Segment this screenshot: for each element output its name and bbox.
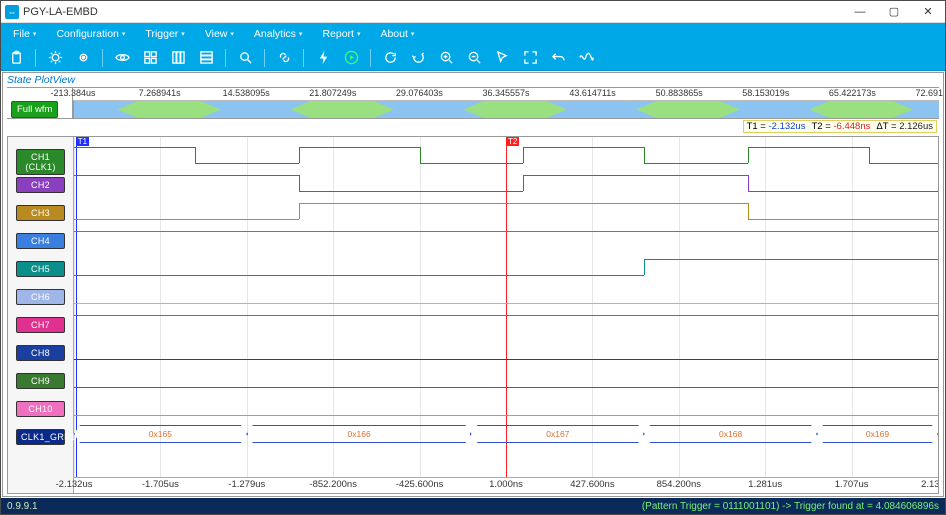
bus-cell: 0x168 (644, 425, 817, 443)
channel-badge-ch3[interactable]: CH3 (16, 205, 65, 221)
xaxis-tick: 854.200ns (657, 479, 701, 490)
trace (74, 303, 938, 304)
bus-cell: 0x167 (471, 425, 644, 443)
menu-trigger[interactable]: Trigger▾ (135, 23, 194, 45)
channel-badge-ch8[interactable]: CH8 (16, 345, 65, 361)
app-window: ⇔ PGY-LA-EMBD — ▢ ✕ File▾Configuration▾T… (0, 0, 946, 515)
plot-area[interactable]: T1 T2 -2.132us-1.705us-1.279us-852.200ns… (74, 137, 938, 493)
channel-badge-ch6[interactable]: CH6 (16, 289, 65, 305)
version-label: 0.9.9.1 (7, 501, 38, 512)
toolbar (1, 45, 945, 71)
window-title: PGY-LA-EMBD (23, 6, 843, 18)
titlebar: ⇔ PGY-LA-EMBD — ▢ ✕ (1, 1, 945, 23)
cursor-icon[interactable] (491, 47, 513, 69)
full-wfm-badge[interactable]: Full wfm (7, 101, 72, 118)
xaxis-tick: -852.200ns (309, 479, 357, 490)
trace (74, 231, 938, 232)
bus-value: 0x166 (348, 429, 371, 439)
overview-tick: 36.345557s (482, 88, 529, 98)
bus-value: 0x165 (149, 429, 172, 439)
overview-wave[interactable] (73, 101, 939, 118)
overview-tick: 7.268941s (139, 88, 181, 98)
overview-tick: 65.422173s (829, 88, 876, 98)
rotate-icon[interactable] (407, 47, 429, 69)
channel-badge-ch10[interactable]: CH10 (16, 401, 65, 417)
overview-tick: 50.883865s (656, 88, 703, 98)
expand-icon[interactable] (519, 47, 541, 69)
overview-tick: 58.153019s (742, 88, 789, 98)
xaxis-tick: -1.705us (142, 479, 179, 490)
play-icon[interactable] (340, 47, 362, 69)
xaxis-tick: 2.134us (921, 479, 939, 490)
search-icon[interactable] (234, 47, 256, 69)
channel-column: CH1 (CLK1) CH2 CH3 CH4 CH5 CH6 CH7 CH8 CH9 CH10 CL… (8, 137, 74, 493)
menu-analytics[interactable]: Analytics▾ (244, 23, 313, 45)
trace (74, 315, 938, 316)
xaxis-tick: 1.707us (835, 479, 869, 490)
overview-tick: 21.807249s (309, 88, 356, 98)
xaxis-tick: 427.600ns (570, 479, 614, 490)
bus-cell: 0x166 (247, 425, 472, 443)
channel-badge-ch9[interactable]: CH9 (16, 373, 65, 389)
flash-icon[interactable] (312, 47, 334, 69)
channel-badge-clk1_grp1[interactable]: CLK1_GRP1 (16, 429, 65, 445)
minimize-button[interactable]: — (843, 1, 877, 23)
zoom-out-icon[interactable] (463, 47, 485, 69)
gear-icon[interactable] (44, 47, 66, 69)
menu-file[interactable]: File▾ (3, 23, 46, 45)
eye-icon[interactable] (111, 47, 133, 69)
bus-value: 0x169 (866, 429, 889, 439)
state-plotview-label: State PlotView (3, 73, 943, 87)
close-button[interactable]: ✕ (911, 1, 945, 23)
channel-badge-ch1clk1[interactable]: CH1 (CLK1) (16, 149, 65, 175)
menu-configuration[interactable]: Configuration▾ (46, 23, 135, 45)
undo-icon[interactable] (547, 47, 569, 69)
menu-about[interactable]: About▾ (370, 23, 424, 45)
bus-value: 0x167 (546, 429, 569, 439)
body: State PlotView Full wfm -213.384us 7.2689… (2, 72, 944, 497)
delta-box: T1 = -2.132us T2 = -6.448ns ΔT = 2.126us (743, 120, 937, 133)
menubar: File▾Configuration▾Trigger▾View▾Analytic… (1, 23, 945, 45)
app-icon: ⇔ (5, 5, 19, 19)
link-icon[interactable] (273, 47, 295, 69)
main-chart: CH1 (CLK1) CH2 CH3 CH4 CH5 CH6 CH7 CH8 CH9 CH10 CL… (7, 136, 939, 494)
trace (74, 415, 938, 416)
xaxis-tick: -1.279us (228, 479, 265, 490)
gear-icon-2[interactable] (72, 47, 94, 69)
overview-panel: Full wfm -213.384us 7.268941s 14.538095s 21… (3, 87, 943, 119)
bus-cell: 0x165 (74, 425, 247, 443)
xaxis-tick: -2.132us (56, 479, 93, 490)
channel-badge-ch5[interactable]: CH5 (16, 261, 65, 277)
bus-value: 0x168 (719, 429, 742, 439)
trace (74, 359, 938, 360)
overview-tick: -213.384us (50, 88, 95, 98)
xaxis-tick: 1.000ns (489, 479, 523, 490)
trace (74, 387, 938, 388)
zoom-in-icon[interactable] (435, 47, 457, 69)
status-message: (Pattern Trigger = 0111001101) -> Trigge… (642, 501, 939, 512)
channel-badge-ch2[interactable]: CH2 (16, 177, 65, 193)
overview-tick: 14.538095s (223, 88, 270, 98)
clipboard-icon[interactable] (5, 47, 27, 69)
columns-icon[interactable] (167, 47, 189, 69)
channel-badge-ch7[interactable]: CH7 (16, 317, 65, 333)
grid-icon[interactable] (139, 47, 161, 69)
statusbar: 0.9.9.1 (Pattern Trigger = 0111001101) -… (1, 498, 945, 514)
rows-icon[interactable] (195, 47, 217, 69)
xaxis-tick: -425.600ns (396, 479, 444, 490)
overview-tick: 29.076403s (396, 88, 443, 98)
time-axis: -2.132us-1.705us-1.279us-852.200ns-425.6… (74, 477, 938, 493)
bus-cell: 0x169 (817, 425, 938, 443)
xaxis-tick: 1.281us (748, 479, 782, 490)
overview-tick: 43.614711s (569, 88, 615, 98)
channel-badge-ch4[interactable]: CH4 (16, 233, 65, 249)
menu-report[interactable]: Report▾ (312, 23, 370, 45)
maximize-button[interactable]: ▢ (877, 1, 911, 23)
menu-view[interactable]: View▾ (195, 23, 244, 45)
refresh-icon[interactable] (379, 47, 401, 69)
overview-tick: 72.691327s (915, 88, 944, 98)
delta-row: T1 = -2.132us T2 = -6.448ns ΔT = 2.126us (3, 119, 943, 134)
wave-icon[interactable] (575, 47, 597, 69)
overview-axis: -213.384us7.268941s14.538095s21.807249s2… (73, 88, 939, 101)
